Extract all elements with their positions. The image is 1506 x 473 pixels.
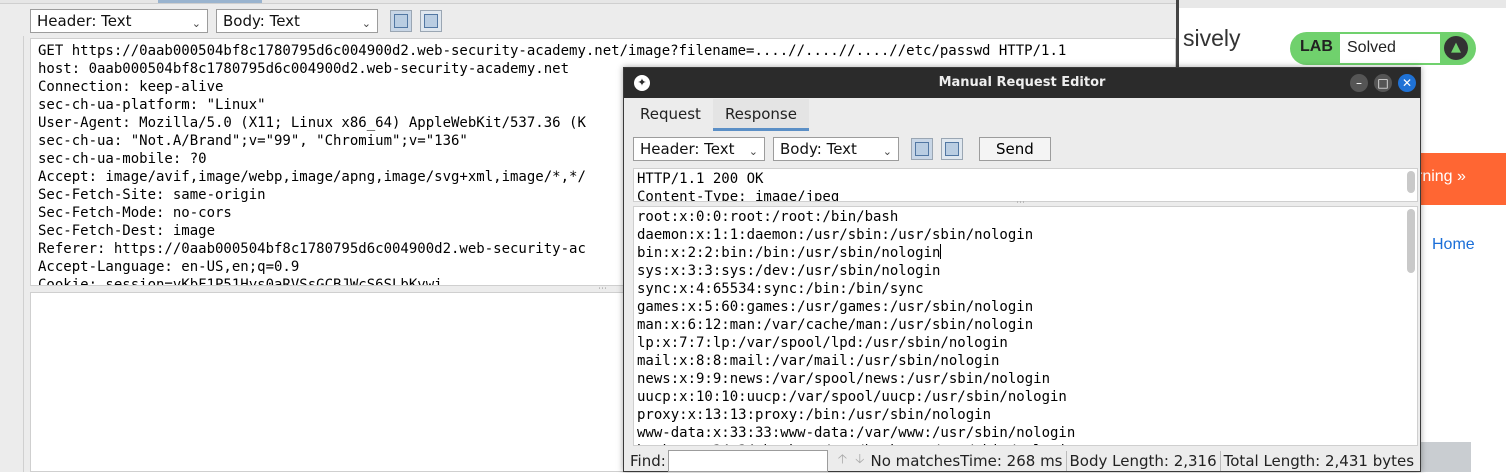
left-side-strip: [0, 36, 24, 472]
single-view-icon[interactable]: [941, 138, 963, 160]
body-format-select[interactable]: Body: Text ⌄: [216, 9, 378, 33]
response-time: Time: 268 ms: [960, 452, 1063, 470]
dialog-title: Manual Request Editor: [938, 75, 1106, 90]
find-status: No matches: [870, 452, 961, 470]
body-length: Body Length: 2,316: [1069, 452, 1217, 470]
passwd-line: root:x:0:0:root:/root:/bin/bash: [637, 209, 899, 225]
lab-label: LAB: [1300, 38, 1333, 55]
total-length: Total Length: 2,431 bytes: [1223, 452, 1415, 470]
response-header-area[interactable]: HTTP/1.1 200 OK Content-Type: image/jpeg: [633, 168, 1418, 202]
dialog-tabs: Request Response: [628, 99, 809, 131]
tab-request[interactable]: Request: [628, 99, 713, 131]
header-format-select[interactable]: Header: Text ⌄: [633, 137, 765, 161]
response-body-area[interactable]: root:x:0:0:root:/root:/bin/bash daemon:x:…: [633, 206, 1418, 446]
passwd-line: mail:x:8:8:mail:/var/mail:/usr/sbin/nolo…: [637, 353, 1000, 369]
find-bar: Find: 🡡 🡣 No matches Time: 268 ms Body L…: [624, 449, 1420, 473]
maximize-icon[interactable]: □: [1374, 74, 1392, 92]
body-format-select[interactable]: Body: Text ⌄: [773, 137, 899, 161]
passwd-line: news:x:9:9:news:/var/spool/news:/usr/sbi…: [637, 371, 1051, 387]
divider: [1219, 451, 1221, 471]
header-format-value: Header: Text: [640, 140, 735, 158]
lab-status-text: Solved: [1347, 39, 1396, 56]
dialog-titlebar[interactable]: ✦ Manual Request Editor – □ ✕: [624, 68, 1420, 98]
passwd-line: sync:x:4:65534:sync:/bin:/bin/sync: [637, 281, 924, 297]
tab-response[interactable]: Response: [712, 99, 809, 131]
dialog-toolbar: Header: Text ⌄ Body: Text ⌄ Send: [633, 136, 1051, 162]
lab-status-widget: LAB Solved ▲: [1290, 32, 1476, 65]
chevron-down-icon: ⌄: [191, 17, 201, 30]
response-header-line: HTTP/1.1 200 OK: [637, 171, 764, 187]
body-format-value: Body: Text: [780, 140, 857, 158]
passwd-line: lp:x:7:7:lp:/var/spool/lpd:/usr/sbin/nol…: [637, 335, 1008, 351]
body-format-value: Body: Text: [223, 12, 300, 30]
passwd-line: backup:x:34:34:backup:/var/backups:/usr/…: [637, 442, 1417, 445]
header-format-value: Header: Text: [37, 12, 132, 30]
active-tab-indicator: [158, 0, 262, 3]
find-label: Find:: [630, 452, 666, 470]
home-link[interactable]: Home: [1432, 236, 1475, 254]
background-toolbar: Header: Text ⌄ Body: Text ⌄: [30, 8, 442, 34]
passwd-line: games:x:5:60:games:/usr/games:/usr/sbin/…: [637, 299, 1034, 315]
passwd-line: www-data:x:33:33:www-data:/var/www:/usr/…: [637, 425, 1076, 441]
passwd-line: man:x:6:12:man:/var/cache/man:/usr/sbin/…: [637, 317, 1034, 333]
find-input[interactable]: [667, 450, 828, 472]
browser-top-bar: [1179, 0, 1506, 8]
send-button[interactable]: Send: [979, 137, 1051, 161]
lab-title-fragment: sively: [1183, 25, 1241, 51]
text-caret: [940, 244, 942, 259]
single-view-icon[interactable]: [420, 10, 442, 32]
split-view-icon[interactable]: [390, 10, 412, 32]
response-header-line: Content-Type: image/jpeg: [637, 189, 840, 202]
banner-link[interactable]: rning »: [1417, 168, 1466, 186]
header-format-select[interactable]: Header: Text ⌄: [30, 9, 208, 33]
passwd-line: sys:x:3:3:sys:/dev:/usr/sbin/nologin: [637, 263, 941, 279]
arrow-down-icon[interactable]: 🡣: [855, 450, 864, 472]
minimize-icon[interactable]: –: [1350, 74, 1368, 92]
lab-status-box: Solved: [1340, 34, 1440, 63]
background-tab-strip: [0, 0, 1176, 4]
chevron-down-icon: ⌄: [882, 145, 892, 158]
passwd-line: proxy:x:13:13:proxy:/bin:/usr/sbin/nolog…: [637, 407, 992, 423]
page-image: [1417, 442, 1471, 472]
arrow-up-icon[interactable]: 🡡: [838, 450, 847, 472]
split-view-icon[interactable]: [911, 138, 933, 160]
scrollbar[interactable]: [1407, 171, 1415, 193]
passwd-line: uucp:x:10:10:uucp:/var/spool/uucp:/usr/s…: [637, 389, 1067, 405]
scrollbar[interactable]: [1407, 209, 1415, 273]
close-icon[interactable]: ✕: [1398, 74, 1416, 92]
flask-icon: ▲: [1444, 36, 1468, 60]
divider: [1065, 451, 1067, 471]
chevron-down-icon: ⌄: [748, 145, 758, 158]
manual-request-editor-dialog: ✦ Manual Request Editor – □ ✕ Request Re…: [623, 67, 1421, 472]
passwd-line: bin:x:2:2:bin:/bin:/usr/sbin/nologin: [637, 244, 942, 261]
request-line: GET https://0aab000504bf8c1780795d6c0049…: [38, 43, 1067, 59]
passwd-line: daemon:x:1:1:daemon:/usr/sbin:/usr/sbin/…: [637, 227, 1034, 243]
chevron-down-icon: ⌄: [361, 17, 371, 30]
